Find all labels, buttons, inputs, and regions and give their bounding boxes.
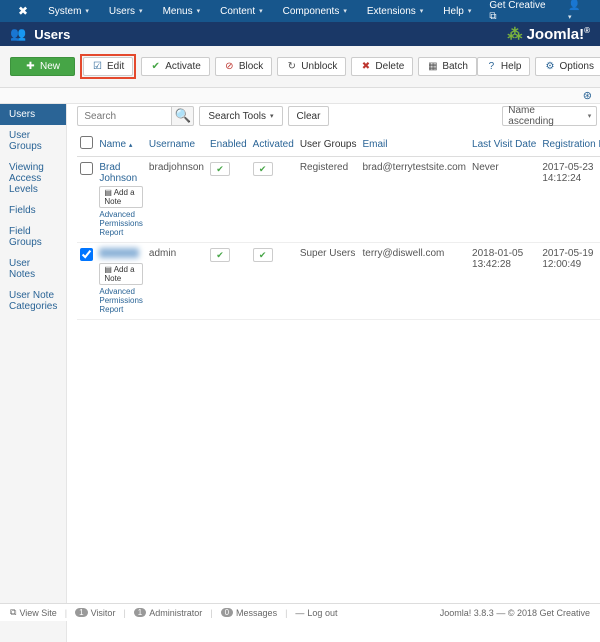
edit-highlight: ☑Edit [80, 54, 136, 79]
select-all-checkbox[interactable] [80, 136, 93, 149]
nav-menus[interactable]: Menus▾ [153, 0, 211, 22]
sort-select[interactable]: Name ascending▾ [502, 106, 597, 126]
delete-button[interactable]: ✖Delete [351, 57, 413, 76]
cell-username: bradjohnson [146, 157, 207, 243]
sidebar-item-note-categories[interactable]: User Note Categories [0, 285, 66, 317]
table-row: Brad Johnson▤ Add a NoteAdvanced Permiss… [77, 157, 600, 243]
main-content: 🔍 Search Tools▾ Clear Name ascending▾ 20… [67, 104, 600, 642]
footer: ⧉ View Site | 1Visitor | 1Administrator … [0, 603, 600, 621]
visitor-count[interactable]: 1Visitor [75, 608, 115, 618]
name-hidden [99, 248, 139, 258]
col-email[interactable]: Email [360, 132, 470, 157]
clear-button[interactable]: Clear [288, 106, 330, 126]
toolbar: ✚New ☑Edit ✔Activate ⊘Block ↻Unblock ✖De… [0, 46, 600, 88]
admin-count[interactable]: 1Administrator [134, 608, 202, 618]
cell-registration: 2017-05-2314:12:24 [539, 157, 600, 243]
col-username[interactable]: Username [146, 132, 207, 157]
enabled-toggle[interactable]: ✔ [210, 248, 230, 262]
pin-bar: ⊛ [0, 88, 600, 104]
nav-components[interactable]: Components▾ [273, 0, 357, 22]
search-button[interactable]: 🔍 [172, 106, 194, 126]
cell-group: Registered [297, 157, 360, 243]
sidebar: Users User Groups Viewing Access Levels … [0, 104, 67, 642]
sidebar-item-users[interactable]: Users [0, 104, 66, 125]
search-tools-button[interactable]: Search Tools▾ [199, 106, 282, 126]
add-note-button[interactable]: ▤ Add a Note [99, 186, 143, 208]
table-row: ▤ Add a NoteAdvanced Permissions Reporta… [77, 243, 600, 320]
edit-button[interactable]: ☑Edit [83, 57, 133, 76]
cell-email: brad@terrytestsite.com [360, 157, 470, 243]
new-button[interactable]: ✚New [10, 57, 75, 76]
view-site-link[interactable]: ⧉ View Site [10, 607, 57, 618]
messages-link[interactable]: 0Messages [221, 608, 277, 618]
col-activated[interactable]: Activated [250, 132, 297, 157]
col-enabled[interactable]: Enabled [207, 132, 250, 157]
external-link-icon[interactable]: Get Creative ⧉ [481, 0, 554, 22]
cell-last-visit: 2018-01-0513:42:28 [469, 243, 539, 320]
unblock-button[interactable]: ↻Unblock [277, 57, 346, 76]
cell-username: admin [146, 243, 207, 320]
sidebar-item-access-levels[interactable]: Viewing Access Levels [0, 157, 66, 200]
enabled-toggle[interactable]: ✔ [210, 162, 230, 176]
search-icon: 🔍 [175, 108, 192, 124]
options-button[interactable]: ⚙Options [535, 57, 600, 76]
nav-content[interactable]: Content▾ [210, 0, 273, 22]
activate-button[interactable]: ✔Activate [141, 57, 210, 76]
permissions-report-link[interactable]: Advanced Permissions Report [99, 287, 143, 314]
joomla-icon[interactable]: ✖ [8, 0, 38, 22]
col-groups: User Groups [297, 132, 360, 157]
batch-button[interactable]: ▦Batch [418, 57, 477, 76]
col-name[interactable]: Name ▴ [96, 132, 146, 157]
nav-users[interactable]: Users▾ [99, 0, 153, 22]
sidebar-item-user-notes[interactable]: User Notes [0, 253, 66, 285]
search-input[interactable] [77, 106, 172, 126]
sidebar-item-field-groups[interactable]: Field Groups [0, 221, 66, 253]
nav-help[interactable]: Help▾ [433, 0, 481, 22]
add-note-button[interactable]: ▤ Add a Note [99, 263, 143, 285]
page-header: 👥 Users ⁂ Joomla!® [0, 22, 600, 46]
col-registration[interactable]: Registration Date [539, 132, 600, 157]
activated-toggle[interactable]: ✔ [253, 248, 273, 262]
cell-last-visit: Never [469, 157, 539, 243]
page-title: Users [34, 27, 70, 42]
activated-toggle[interactable]: ✔ [253, 162, 273, 176]
user-menu-icon[interactable]: 👤 ▾ [560, 0, 592, 22]
cell-group: Super Users [297, 243, 360, 320]
top-nav: ✖ System▾ Users▾ Menus▾ Content▾ Compone… [0, 0, 600, 22]
nav-system[interactable]: System▾ [38, 0, 99, 22]
cell-registration: 2017-05-1912:00:49 [539, 243, 600, 320]
block-button[interactable]: ⊘Block [215, 57, 272, 76]
joomla-logo: ⁂ Joomla!® [507, 25, 590, 43]
logout-link[interactable]: — Log out [295, 608, 337, 618]
row-checkbox[interactable] [80, 248, 93, 261]
help-button[interactable]: ?Help [477, 57, 531, 76]
col-last-visit[interactable]: Last Visit Date [469, 132, 539, 157]
users-table: Name ▴ Username Enabled Activated User G… [77, 132, 600, 320]
footer-version: Joomla! 3.8.3 — © 2018 Get Creative [440, 608, 590, 618]
nav-extensions[interactable]: Extensions▾ [357, 0, 433, 22]
users-icon: 👥 [10, 26, 26, 42]
permissions-report-link[interactable]: Advanced Permissions Report [99, 210, 143, 237]
sidebar-item-user-groups[interactable]: User Groups [0, 125, 66, 157]
cell-email: terry@diswell.com [360, 243, 470, 320]
pin-icon[interactable]: ⊛ [583, 89, 592, 102]
sidebar-item-fields[interactable]: Fields [0, 200, 66, 221]
row-checkbox[interactable] [80, 162, 93, 175]
user-name-link[interactable]: Brad Johnson [99, 162, 137, 184]
